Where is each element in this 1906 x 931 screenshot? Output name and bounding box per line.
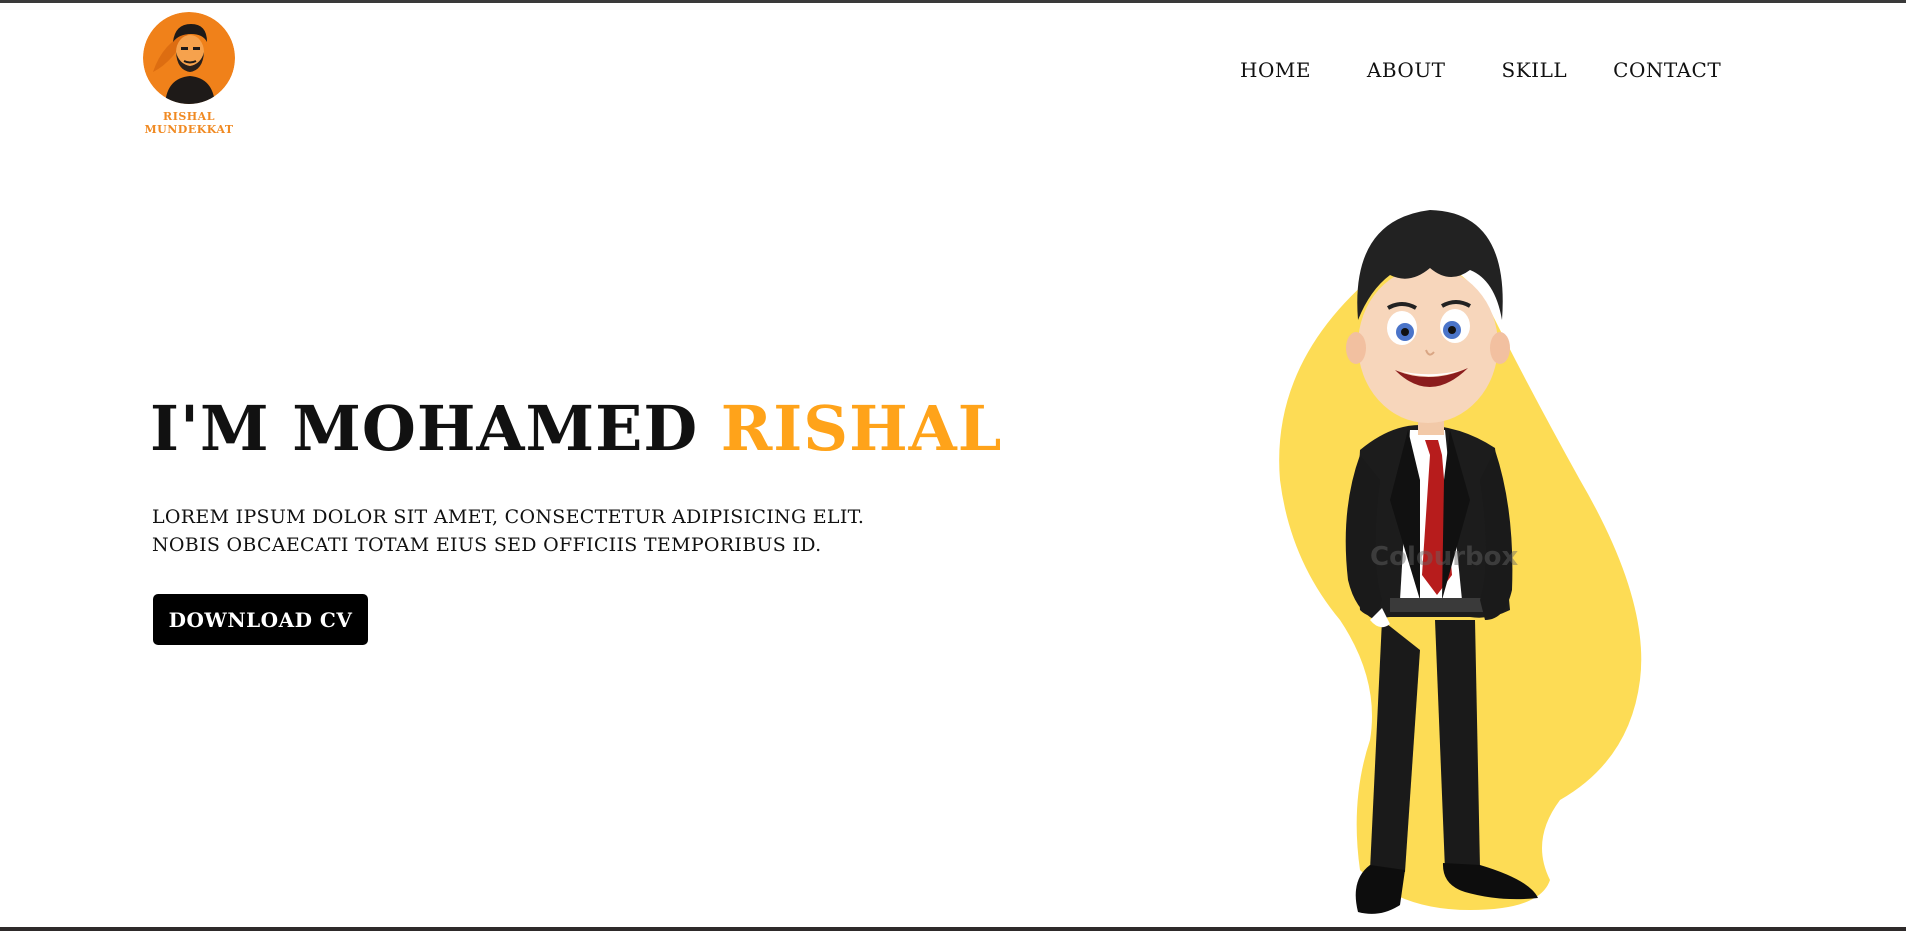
- nav-about[interactable]: ABOUT: [1367, 58, 1446, 82]
- brand-name: RISHAL MUNDEKKAT: [144, 110, 234, 136]
- download-cv-button[interactable]: DOWNLOAD CV: [153, 594, 368, 645]
- hero-description-line1: LOREM IPSUM DOLOR SIT AMET, CONSECTETUR …: [152, 506, 865, 528]
- nav-skill[interactable]: SKILL: [1502, 58, 1568, 82]
- nav-contact[interactable]: CONTACT: [1613, 58, 1721, 82]
- hero-title-accent: RISHAL: [720, 392, 1003, 465]
- hero-description: LOREM IPSUM DOLOR SIT AMET, CONSECTETUR …: [152, 503, 864, 559]
- avatar: [143, 12, 235, 104]
- bottom-border: [0, 927, 1906, 931]
- character-illustration: Colourbox: [1279, 210, 1642, 914]
- portfolio-page: RISHAL MUNDEKKAT HOME ABOUT SKILL CONTAC…: [0, 0, 1906, 931]
- hero-title: I'M MOHAMED RISHAL: [150, 392, 1002, 465]
- brand-logo[interactable]: RISHAL MUNDEKKAT: [126, 12, 252, 136]
- main-nav: HOME ABOUT SKILL CONTACT: [1240, 58, 1721, 82]
- nav-home[interactable]: HOME: [1240, 58, 1311, 82]
- hero-description-line2: NOBIS OBCAECATI TOTAM EIUS SED OFFICIIS …: [152, 534, 822, 556]
- hero-title-main: I'M MOHAMED: [150, 392, 699, 465]
- top-border: [0, 0, 1906, 3]
- illustration-watermark: Colourbox: [1370, 542, 1519, 572]
